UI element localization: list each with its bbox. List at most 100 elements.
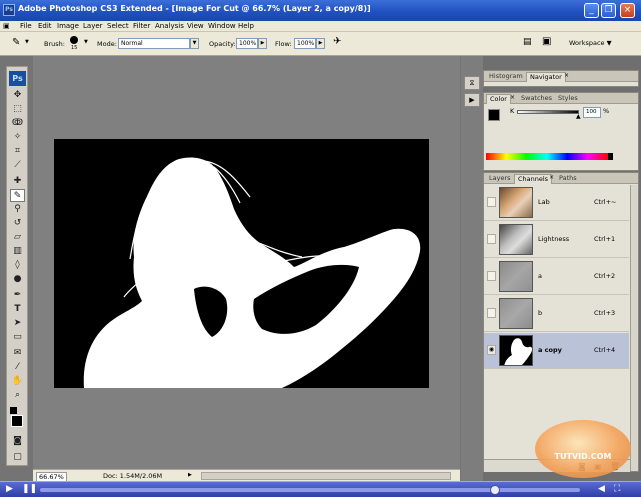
- channel-row[interactable]: a Ctrl+2: [484, 259, 629, 295]
- zoom-icon[interactable]: ⌕: [10, 389, 25, 402]
- quick-mask-icon[interactable]: ◙: [10, 435, 25, 448]
- channel-name: a copy: [538, 346, 562, 354]
- pen-icon[interactable]: ✒: [10, 289, 25, 302]
- fullscreen-icon[interactable]: ⛶: [614, 484, 620, 494]
- move-icon[interactable]: ✥: [10, 89, 25, 102]
- seek-handle[interactable]: [490, 485, 500, 495]
- tab-paths[interactable]: Paths: [556, 174, 580, 184]
- default-colors-icon[interactable]: [10, 407, 17, 414]
- tab-close-icon[interactable]: ×: [510, 94, 515, 101]
- tab-histogram[interactable]: Histogram: [486, 72, 526, 82]
- mode-select[interactable]: Normal: [118, 38, 190, 49]
- minimize-icon[interactable]: _: [584, 3, 599, 18]
- channel-shortcut: Ctrl+3: [594, 309, 616, 317]
- hand-icon[interactable]: ✋: [10, 375, 25, 388]
- image-canvas[interactable]: [54, 139, 429, 388]
- status-menu-arrow-icon[interactable]: ▶: [188, 472, 192, 478]
- close-icon[interactable]: ×: [620, 3, 635, 18]
- k-value-field[interactable]: 100: [583, 107, 601, 118]
- history-brush-icon[interactable]: ↺: [10, 217, 25, 230]
- channel-thumbnail: [499, 224, 533, 255]
- dodge-icon[interactable]: ●: [10, 273, 25, 286]
- flow-field[interactable]: 100%: [294, 38, 316, 49]
- menu-filter[interactable]: Filter: [133, 22, 150, 30]
- menu-doc-icon[interactable]: ▣: [3, 22, 10, 30]
- menu-window[interactable]: Window: [208, 22, 236, 30]
- visibility-toggle-icon[interactable]: [487, 234, 496, 244]
- tab-navigator[interactable]: Navigator: [526, 72, 566, 82]
- brush-preview-icon[interactable]: [70, 36, 78, 44]
- airbrush-icon[interactable]: ✈: [333, 36, 341, 47]
- slider-handle-icon[interactable]: ▲: [576, 113, 581, 120]
- color-ramp[interactable]: [486, 153, 608, 160]
- brush-dropdown-icon[interactable]: ▼: [84, 39, 88, 45]
- visibility-toggle-icon[interactable]: [487, 308, 496, 318]
- volume-icon[interactable]: ◀: [598, 484, 605, 494]
- crop-icon[interactable]: ⌗: [10, 145, 25, 158]
- watermark-logo: TUTVID.COM: [535, 420, 631, 478]
- shape-icon[interactable]: ▭: [10, 331, 25, 344]
- restore-icon[interactable]: ❐: [601, 3, 616, 18]
- magic-wand-icon[interactable]: ✧: [10, 131, 25, 144]
- actions-panel-icon[interactable]: ▶: [464, 93, 480, 107]
- channel-row[interactable]: Lab Ctrl+~: [484, 185, 629, 221]
- opacity-arrow-icon[interactable]: ▶: [258, 38, 267, 49]
- brush-icon[interactable]: ✎: [10, 189, 25, 202]
- navigator-panel: Histogram Navigator ×: [483, 70, 639, 87]
- menu-edit[interactable]: Edit: [38, 22, 52, 30]
- brush-tool-icon[interactable]: ✎: [12, 37, 20, 48]
- menu-select[interactable]: Select: [107, 22, 129, 30]
- foreground-color-swatch[interactable]: [488, 109, 500, 121]
- gradient-icon[interactable]: ▥: [10, 245, 25, 258]
- tool-preset-dropdown-icon[interactable]: ▼: [25, 39, 29, 45]
- mode-label: Mode:: [97, 40, 117, 48]
- lasso-icon[interactable]: ↂ: [10, 117, 25, 130]
- color-ramp-black[interactable]: [608, 153, 613, 160]
- path-selection-icon[interactable]: ➤: [10, 317, 25, 330]
- horizontal-scrollbar[interactable]: [201, 472, 451, 480]
- tab-close-icon[interactable]: ×: [564, 72, 569, 79]
- type-icon[interactable]: T: [10, 303, 25, 316]
- k-slider[interactable]: [517, 110, 579, 114]
- channel-row[interactable]: Lightness Ctrl+1: [484, 222, 629, 258]
- opacity-field[interactable]: 100%: [236, 38, 258, 49]
- channel-row[interactable]: b Ctrl+3: [484, 296, 629, 332]
- eyedropper-icon[interactable]: ⁄: [10, 361, 25, 374]
- pause-icon[interactable]: ❚❚: [22, 484, 37, 494]
- menu-analysis[interactable]: Analysis: [155, 22, 184, 30]
- flow-arrow-icon[interactable]: ▶: [316, 38, 325, 49]
- palette-well-icon[interactable]: ▤: [523, 37, 532, 47]
- menu-file[interactable]: File: [20, 22, 32, 30]
- menu-help[interactable]: Help: [238, 22, 254, 30]
- menu-layer[interactable]: Layer: [83, 22, 103, 30]
- channels-scrollbar[interactable]: [630, 185, 638, 471]
- bridge-icon[interactable]: ▣: [542, 36, 551, 47]
- blur-icon[interactable]: ◊: [10, 259, 25, 272]
- channel-name: Lab: [538, 198, 550, 206]
- tab-channels[interactable]: Channels: [514, 174, 553, 184]
- foreground-color-swatch[interactable]: [11, 415, 23, 427]
- healing-brush-icon[interactable]: ✚: [10, 175, 25, 188]
- history-panel-icon[interactable]: ⧖: [464, 76, 480, 90]
- channel-row[interactable]: ◉ a copy Ctrl+4: [484, 333, 629, 369]
- eye-icon[interactable]: ◉: [487, 345, 496, 355]
- tab-styles[interactable]: Styles: [555, 94, 581, 104]
- menu-view[interactable]: View: [187, 22, 204, 30]
- tab-color[interactable]: Color: [486, 94, 511, 104]
- marquee-icon[interactable]: ⬚: [10, 103, 25, 116]
- play-icon[interactable]: ▶: [6, 484, 13, 494]
- notes-icon[interactable]: ✉: [10, 347, 25, 360]
- color-tabs: Color × Swatches Styles: [484, 93, 638, 104]
- clone-stamp-icon[interactable]: ⚲: [10, 203, 25, 216]
- screen-mode-icon[interactable]: ▢: [10, 451, 25, 464]
- tab-close-icon[interactable]: ×: [549, 174, 554, 181]
- visibility-toggle-icon[interactable]: [487, 271, 496, 281]
- slice-icon[interactable]: ⟋: [10, 159, 25, 172]
- tab-swatches[interactable]: Swatches: [518, 94, 555, 104]
- workspace-button[interactable]: Workspace ▼: [569, 39, 612, 47]
- tab-layers[interactable]: Layers: [486, 174, 514, 184]
- eraser-icon[interactable]: ▱: [10, 231, 25, 244]
- mode-dropdown-icon[interactable]: ▼: [190, 38, 199, 49]
- visibility-toggle-icon[interactable]: [487, 197, 496, 207]
- menu-image[interactable]: Image: [57, 22, 79, 30]
